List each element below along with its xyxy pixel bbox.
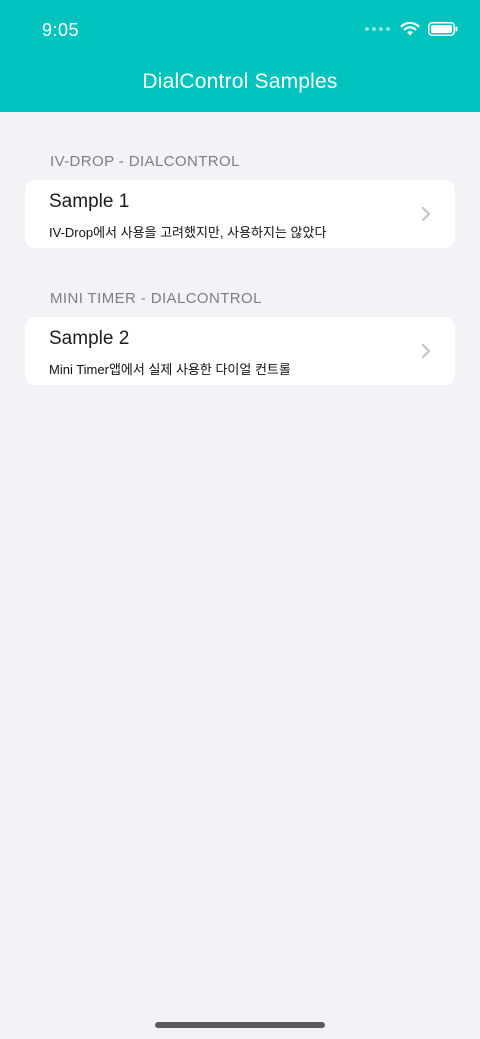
signal-dots-icon — [365, 26, 390, 31]
navigation-header: 9:05 DialControl Samples — [0, 0, 480, 112]
list-item-title: Sample 2 — [49, 328, 130, 349]
page-title: DialControl Samples — [142, 70, 338, 93]
list-item-sample-2[interactable]: Sample 2 Mini Timer앱에서 실제 사용한 다이얼 컨트롤 — [25, 317, 455, 385]
wifi-icon — [400, 21, 420, 36]
section-header-mini-timer: MINI TIMER - DIALCONTROL — [50, 290, 262, 307]
status-icons — [365, 21, 458, 36]
screen: 9:05 DialControl Samples IV-DROP - DIALC… — [0, 0, 480, 1039]
chevron-right-icon — [421, 343, 431, 359]
battery-icon — [428, 21, 458, 36]
list-item-title: Sample 1 — [49, 191, 130, 212]
list-item-subtitle: Mini Timer앱에서 실제 사용한 다이얼 컨트롤 — [49, 362, 291, 377]
chevron-right-icon — [421, 206, 431, 222]
list-item-subtitle: IV-Drop에서 사용을 고려했지만, 사용하지는 않았다 — [49, 225, 327, 240]
section-header-iv-drop: IV-DROP - DIALCONTROL — [50, 153, 240, 170]
list-item-sample-1[interactable]: Sample 1 IV-Drop에서 사용을 고려했지만, 사용하지는 않았다 — [25, 180, 455, 248]
home-indicator[interactable] — [155, 1022, 325, 1028]
status-time: 9:05 — [42, 20, 80, 40]
